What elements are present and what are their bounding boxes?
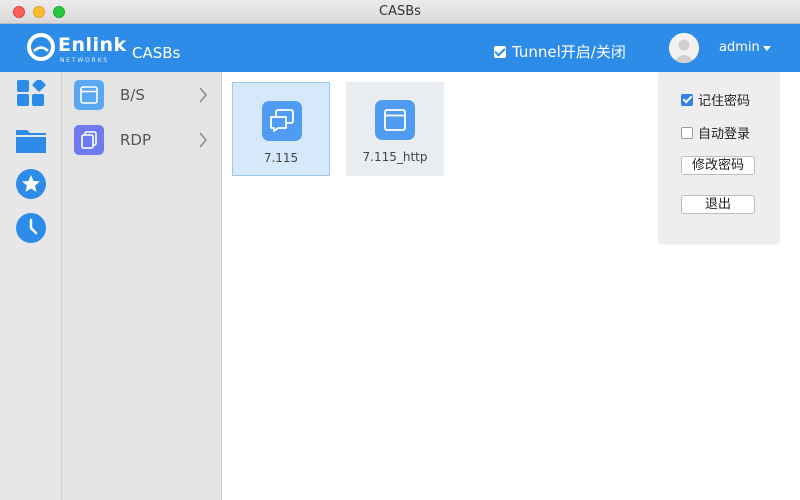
tunnel-toggle[interactable]: Tunnel开启/关闭	[494, 41, 626, 62]
user-avatar-icon	[669, 33, 699, 63]
tunnel-checkbox[interactable]	[494, 45, 506, 58]
chevron-right-icon	[199, 87, 207, 102]
browser-window-icon	[375, 100, 415, 140]
tunnel-label: Tunnel开启/关闭	[512, 43, 626, 61]
remember-password-checkbox[interactable]	[681, 93, 693, 106]
apps-grid-icon	[17, 78, 46, 106]
app-tile-label: 7.115	[263, 151, 299, 165]
logout-button[interactable]: 退出	[681, 195, 755, 214]
title-bar: CASBs	[0, 0, 800, 24]
user-dropdown-menu: 记住密码 自动登录 修改密码 退出	[659, 72, 779, 242]
rail-apps-button[interactable]	[15, 78, 47, 112]
auto-login-option[interactable]: 自动登录	[681, 123, 750, 142]
app-tile[interactable]: 7.115	[232, 82, 330, 176]
app-tile-label: 7.115_http	[362, 150, 428, 164]
remember-password-label: 记住密码	[698, 94, 751, 109]
logo-swirl-icon	[27, 33, 55, 61]
rail-folder-button[interactable]	[15, 124, 47, 156]
auto-login-label: 自动登录	[698, 127, 751, 142]
user-name: admin	[719, 40, 760, 55]
category-bs[interactable]: B/S	[62, 72, 220, 117]
browser-window-icon	[74, 79, 104, 110]
app-name: CASBs	[132, 44, 181, 62]
chat-icon	[262, 101, 302, 141]
auto-login-checkbox[interactable]	[681, 126, 693, 139]
window-title: CASBs	[379, 4, 421, 19]
category-label: RDP	[120, 130, 152, 149]
app-tile[interactable]: 7.115_http	[346, 82, 444, 176]
caret-down-icon	[762, 45, 771, 51]
app-header: Enlink NETWORKS CASBs Tunnel开启/关闭 admin	[0, 24, 800, 72]
user-avatar[interactable]	[669, 33, 699, 63]
remember-password-option[interactable]: 记住密码	[681, 90, 750, 109]
user-menu-toggle[interactable]: admin	[719, 40, 771, 55]
category-rdp[interactable]: RDP	[62, 117, 220, 162]
copy-icon	[74, 124, 104, 155]
category-list: B/S RDP	[62, 72, 222, 500]
logo-text: Enlink	[58, 34, 127, 56]
logo-subtext: NETWORKS	[60, 57, 109, 64]
star-icon	[16, 169, 46, 199]
rail-favorites-button[interactable]	[15, 168, 47, 200]
change-password-button[interactable]: 修改密码	[681, 156, 755, 175]
clock-icon	[16, 213, 46, 243]
folder-icon	[16, 130, 46, 153]
enlink-logo: Enlink NETWORKS	[26, 32, 126, 64]
category-label: B/S	[120, 85, 145, 104]
icon-rail	[0, 72, 62, 500]
app-window: CASBs Enlink NETWORKS CASBs Tunnel开启/关闭	[0, 0, 800, 500]
chevron-right-icon	[199, 132, 207, 147]
rail-history-button[interactable]	[15, 212, 47, 244]
